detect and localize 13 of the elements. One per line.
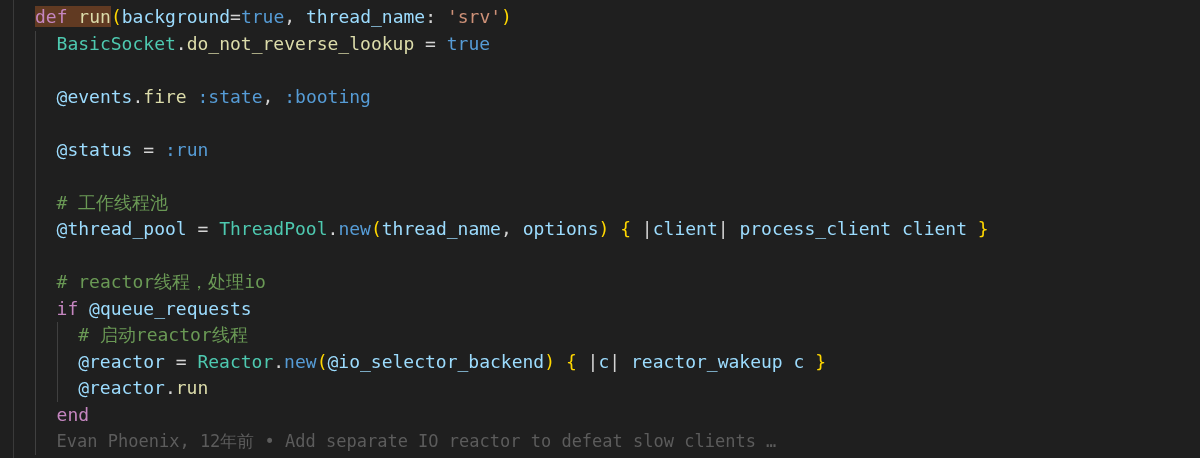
code-line: @reactor = Reactor.new(@io_selector_backend) { |c| reactor_wakeup c } bbox=[78, 349, 827, 374]
code-line: end bbox=[56, 402, 90, 427]
code-line: @thread_pool = ThreadPool.new(thread_name, options) { |client| process_client client } bbox=[56, 217, 989, 241]
code-line: if @queue_requests bbox=[56, 296, 252, 321]
code-line: @status = :run bbox=[56, 137, 209, 162]
code-line: @reactor.run bbox=[78, 376, 209, 400]
code-line: # 启动reactor线程 bbox=[78, 323, 248, 347]
code-line: # 工作线程池 bbox=[56, 190, 169, 215]
code-line: # reactor线程，处理io bbox=[56, 270, 266, 294]
code-line: @events.fire :state, :booting bbox=[56, 84, 371, 109]
code-line: def run(background=true, thread_name: 'srv') bbox=[35, 5, 512, 29]
code-line: BasicSocket.do_not_reverse_lookup = true bbox=[56, 31, 491, 56]
blame-annotation: Evan Phoenix, 12年前 • Add separate IO reactor to defeat slow clients … bbox=[56, 430, 777, 453]
